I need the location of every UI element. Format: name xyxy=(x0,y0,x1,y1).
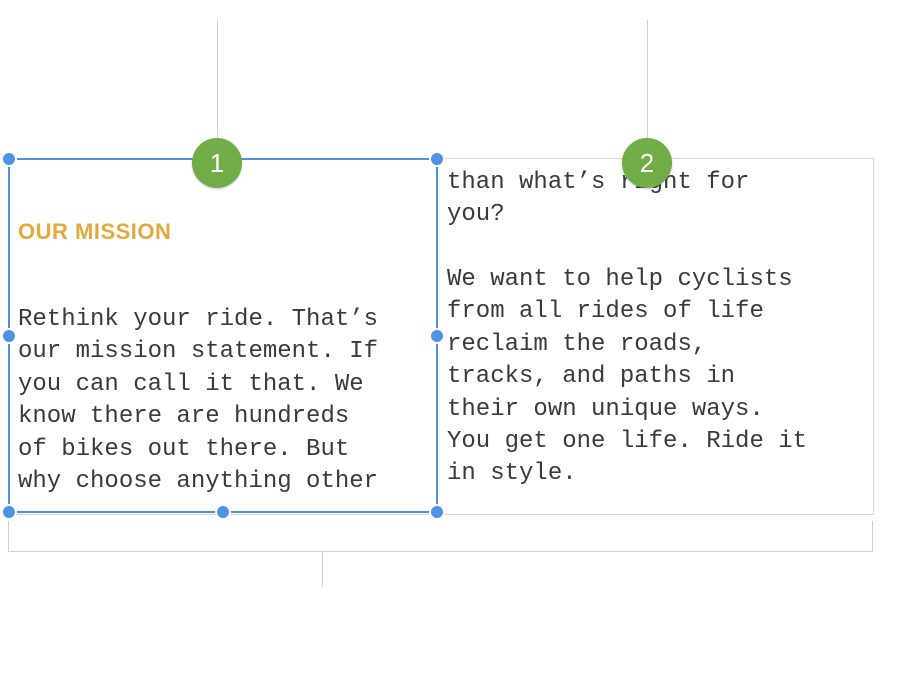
bracket-horizontal-icon xyxy=(8,551,873,552)
resize-handle-br-icon[interactable] xyxy=(429,504,445,520)
textbox-column-2-text-b: We want to help cyclists from all rides … xyxy=(447,264,879,491)
diagram-stage: OUR MISSION Rethink your ride. That’s ou… xyxy=(0,0,905,694)
resize-handle-bm-icon[interactable] xyxy=(215,504,231,520)
bracket-right-icon xyxy=(872,521,873,551)
callout-badge-2: 2 xyxy=(622,138,672,188)
resize-handle-tl-icon[interactable] xyxy=(1,151,17,167)
bracket-left-icon xyxy=(8,521,9,551)
resize-handle-tr-icon[interactable] xyxy=(429,151,445,167)
selected-text-box-outline[interactable] xyxy=(8,158,438,513)
resize-handle-mr-icon[interactable] xyxy=(429,328,445,344)
resize-handle-bl-icon[interactable] xyxy=(1,504,17,520)
bracket-center-leader-icon xyxy=(322,551,323,587)
callout-badge-1: 1 xyxy=(192,138,242,188)
resize-handle-ml-icon[interactable] xyxy=(1,328,17,344)
linked-text-boxes-frame: OUR MISSION Rethink your ride. That’s ou… xyxy=(8,158,874,515)
